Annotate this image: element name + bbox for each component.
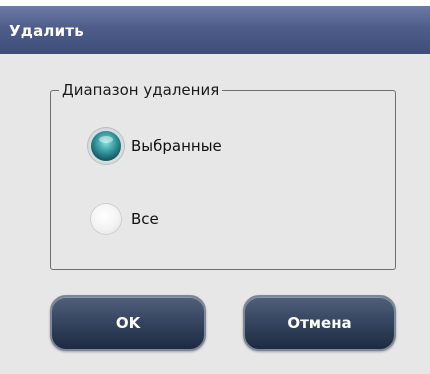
radio-option-all[interactable]: Все bbox=[91, 204, 159, 234]
ok-button[interactable]: OK bbox=[50, 295, 206, 351]
radio-option-selected[interactable]: Выбранные bbox=[91, 131, 222, 161]
ok-button-label: OK bbox=[115, 314, 141, 332]
cancel-button-label: Отмена bbox=[287, 314, 352, 332]
radio-button-checked[interactable] bbox=[91, 131, 121, 161]
radio-label-all: Все bbox=[131, 210, 159, 228]
dialog-title: Удалить bbox=[9, 22, 84, 40]
cancel-button[interactable]: Отмена bbox=[243, 295, 396, 351]
radio-label-selected: Выбранные bbox=[131, 137, 222, 155]
group-legend: Диапазон удаления bbox=[59, 79, 223, 101]
radio-button-unchecked[interactable] bbox=[91, 204, 121, 234]
delete-range-group: Диапазон удаления Выбранные Все bbox=[50, 79, 396, 270]
delete-dialog: Удалить Диапазон удаления Выбранные Все … bbox=[0, 6, 430, 374]
title-bar[interactable]: Удалить bbox=[0, 6, 430, 54]
